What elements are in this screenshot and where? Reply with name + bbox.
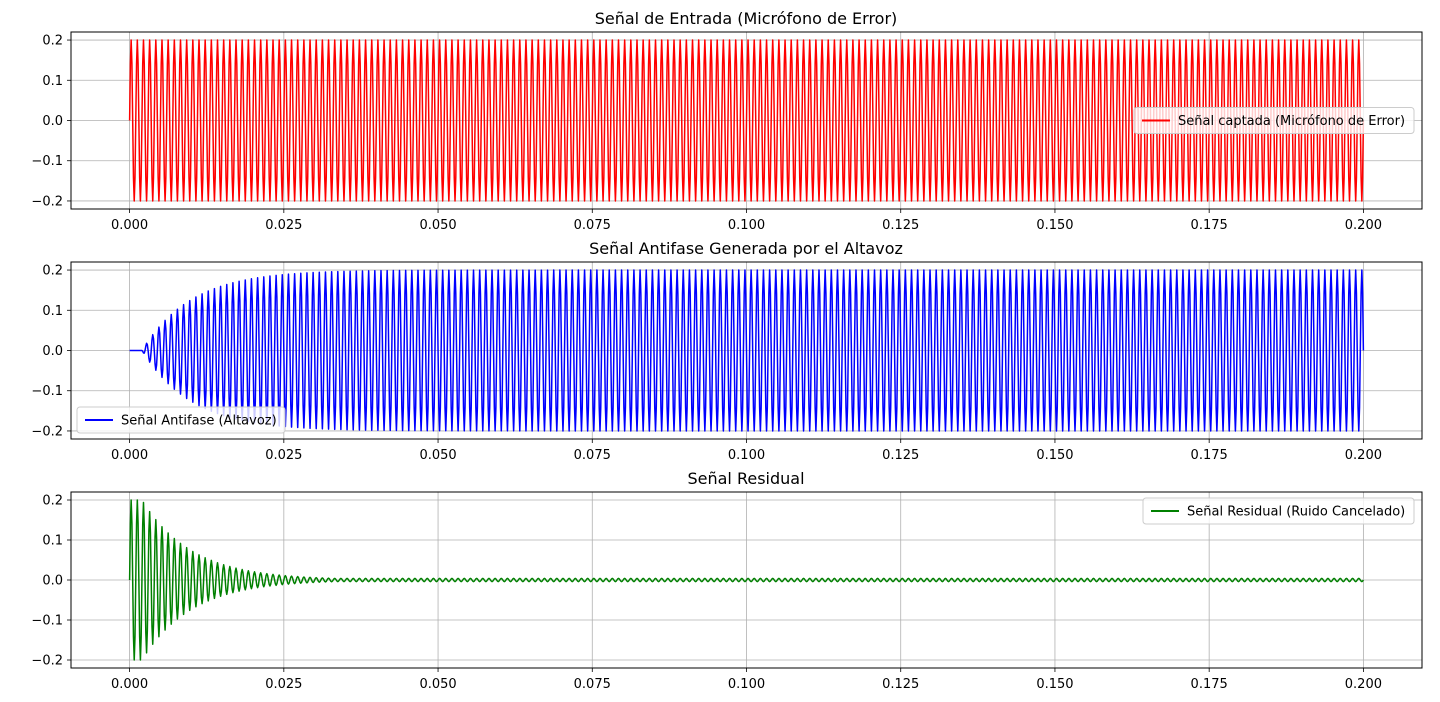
y-tick-label: −0.2 bbox=[31, 654, 63, 669]
x-tick-label: 0.100 bbox=[728, 677, 765, 692]
x-tick-label: 0.200 bbox=[1345, 218, 1382, 233]
x-tick-label: 0.125 bbox=[882, 677, 919, 692]
x-tick-label: 0.075 bbox=[574, 677, 611, 692]
subplot-title: Señal Residual bbox=[687, 469, 804, 488]
x-tick-label: 0.075 bbox=[574, 448, 611, 463]
y-tick-label: −0.2 bbox=[31, 194, 63, 209]
y-tick-label: −0.1 bbox=[31, 384, 63, 399]
y-tick-label: 0.1 bbox=[42, 74, 63, 89]
y-tick-label: 0.0 bbox=[42, 574, 63, 589]
x-tick-label: 0.050 bbox=[419, 448, 456, 463]
x-tick-label: 0.000 bbox=[111, 677, 148, 692]
y-tick-label: 0.2 bbox=[42, 264, 63, 279]
x-tick-label: 0.175 bbox=[1191, 448, 1228, 463]
x-tick-label: 0.025 bbox=[265, 218, 302, 233]
y-tick-label: 0.0 bbox=[42, 114, 63, 129]
x-tick-label: 0.150 bbox=[1036, 677, 1073, 692]
x-tick-label: 0.150 bbox=[1036, 448, 1073, 463]
x-tick-label: 0.025 bbox=[265, 448, 302, 463]
y-tick-label: 0.1 bbox=[42, 534, 63, 549]
x-tick-label: 0.125 bbox=[882, 218, 919, 233]
x-tick-label: 0.175 bbox=[1191, 218, 1228, 233]
legend: Señal captada (Micrófono de Error) bbox=[1133, 107, 1415, 134]
figure: Señal de Entrada (Micrófono de Error) 0.… bbox=[0, 0, 1440, 702]
x-tick-label: 0.200 bbox=[1345, 677, 1382, 692]
x-tick-label: 0.050 bbox=[419, 218, 456, 233]
x-tick-label: 0.150 bbox=[1036, 218, 1073, 233]
legend-label: Señal captada (Micrófono de Error) bbox=[1178, 114, 1405, 129]
y-tick-label: 0.1 bbox=[42, 304, 63, 319]
x-tick-label: 0.175 bbox=[1191, 677, 1228, 692]
y-tick-label: −0.1 bbox=[31, 154, 63, 169]
legend: Señal Antifase (Altavoz) bbox=[76, 406, 286, 434]
x-tick-label: 0.075 bbox=[574, 218, 611, 233]
y-tick-label: 0.2 bbox=[42, 494, 63, 509]
y-tick-label: 0.2 bbox=[42, 34, 63, 49]
legend-label: Señal Antifase (Altavoz) bbox=[121, 414, 277, 429]
x-tick-label: 0.000 bbox=[111, 448, 148, 463]
y-tick-label: 0.0 bbox=[42, 344, 63, 359]
x-tick-label: 0.200 bbox=[1345, 448, 1382, 463]
x-tick-label: 0.025 bbox=[265, 677, 302, 692]
legend: Señal Residual (Ruido Cancelado) bbox=[1142, 497, 1415, 525]
x-tick-label: 0.050 bbox=[419, 677, 456, 692]
x-tick-label: 0.125 bbox=[882, 448, 919, 463]
x-tick-label: 0.100 bbox=[728, 448, 765, 463]
subplot-title: Señal Antifase Generada por el Altavoz bbox=[589, 239, 903, 258]
y-tick-label: −0.1 bbox=[31, 614, 63, 629]
y-tick-label: −0.2 bbox=[31, 424, 63, 439]
x-tick-label: 0.100 bbox=[728, 218, 765, 233]
subplot-title: Señal de Entrada (Micrófono de Error) bbox=[595, 9, 898, 28]
x-tick-label: 0.000 bbox=[111, 218, 148, 233]
legend-label: Señal Residual (Ruido Cancelado) bbox=[1187, 505, 1405, 520]
